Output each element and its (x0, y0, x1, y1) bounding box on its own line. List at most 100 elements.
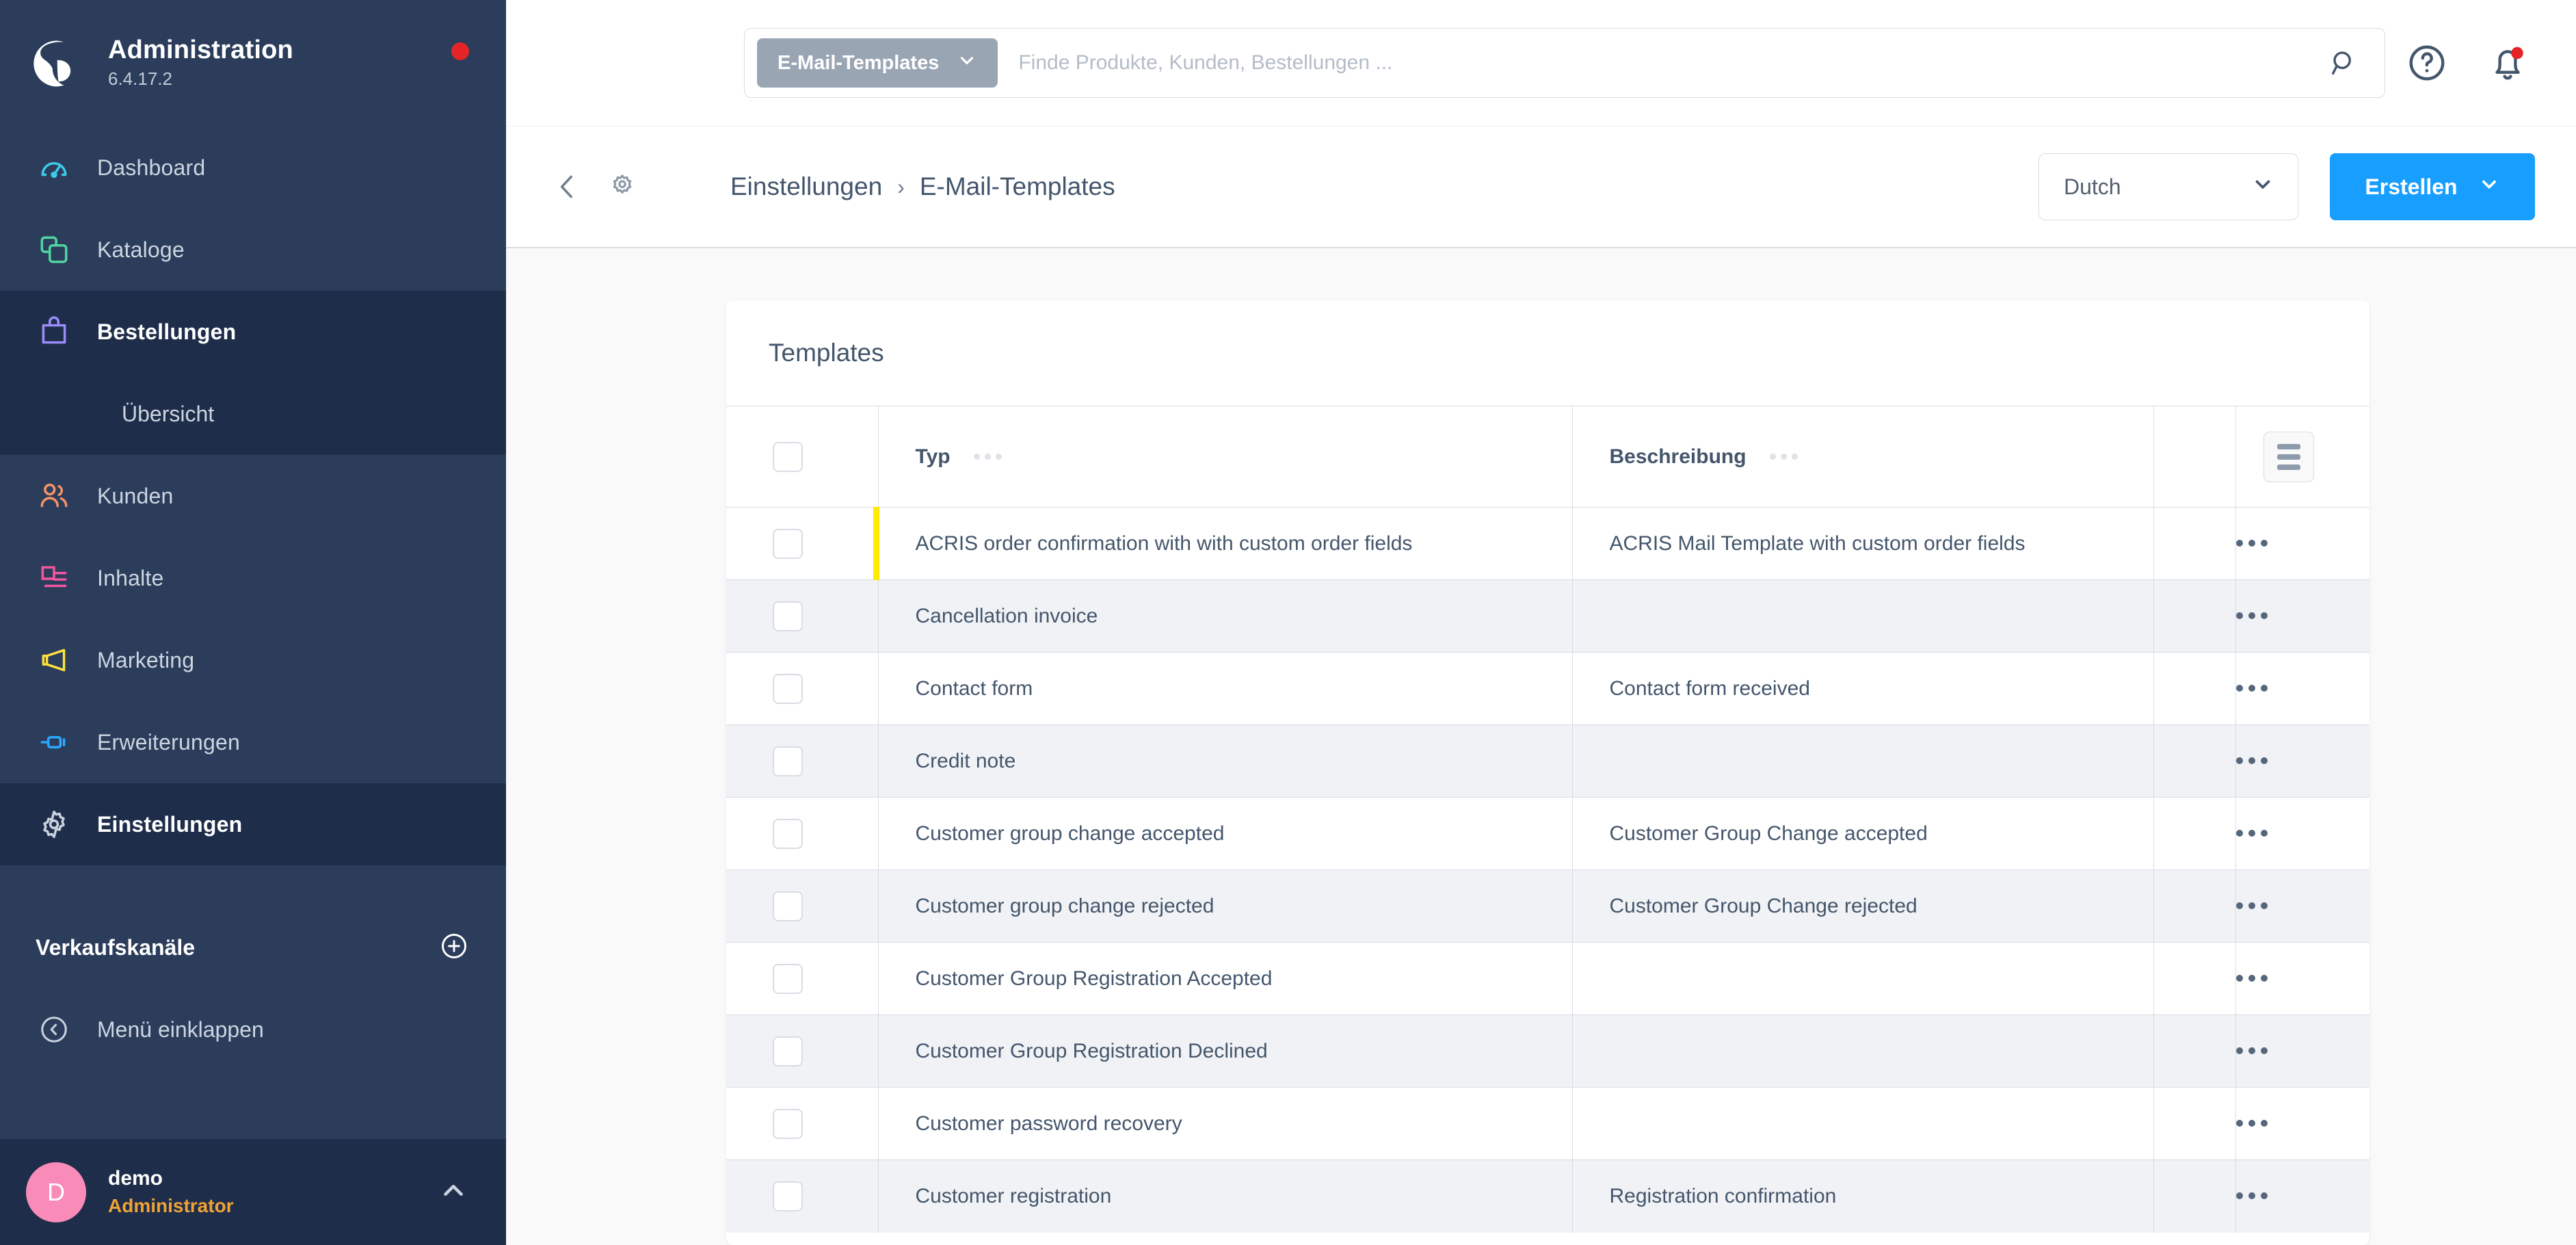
row-context-menu-icon[interactable] (2235, 1047, 2268, 1054)
row-context-menu-icon[interactable] (2235, 539, 2268, 547)
row-context-menu-icon[interactable] (2235, 684, 2268, 692)
users-icon (36, 477, 72, 514)
cell-actions (2235, 724, 2369, 798)
sales-channels-header: Verkaufskanäle (0, 906, 506, 988)
cell-beschreibung: Registration confirmation (1572, 1159, 2154, 1233)
collapse-menu-button[interactable]: Menü einklappen (0, 988, 506, 1071)
sidebar-item-label: Kunden (97, 483, 174, 508)
sales-channels-title: Verkaufskanäle (36, 934, 196, 960)
card-title: Templates (769, 339, 884, 367)
table-row[interactable]: Cancellation invoice (726, 579, 2369, 653)
row-context-menu-icon[interactable] (2235, 612, 2268, 619)
cell-beschreibung: ACRIS Mail Template with custom order fi… (1572, 507, 2154, 580)
breadcrumb-parent[interactable]: Einstellungen (730, 172, 882, 201)
create-button-label: Erstellen (2365, 174, 2458, 199)
cell-typ-text: Customer password recovery (915, 1112, 1182, 1135)
breadcrumb-separator: › (897, 174, 905, 199)
sidebar-item-bestellungen[interactable]: Bestellungen (0, 291, 506, 373)
cell-typ-text: Contact form (915, 677, 1033, 700)
sidebar-item-inhalte[interactable]: Inhalte (0, 537, 506, 619)
sidebar-item-label: Inhalte (97, 565, 164, 590)
table-row[interactable]: Customer group change accepted Customer G… (726, 797, 2369, 870)
cell-beschreibung (1572, 724, 2154, 798)
create-button[interactable]: Erstellen (2330, 153, 2535, 220)
sidebar-item-label: Erweiterungen (97, 729, 240, 755)
column-header-typ[interactable]: Typ (878, 406, 1573, 508)
cell-beschreibung-text: Registration confirmation (1609, 1184, 1837, 1207)
search-scope-dropdown[interactable]: E-Mail-Templates (757, 38, 998, 88)
search-icon[interactable] (2320, 39, 2368, 87)
row-context-menu-icon[interactable] (2235, 1119, 2268, 1127)
cell-typ-text: Customer group change accepted (915, 822, 1225, 845)
gear-icon (36, 806, 72, 843)
sidebar: Administration 6.4.17.2 Dashboard Katalo… (0, 0, 506, 1245)
language-select[interactable]: Dutch (2039, 153, 2298, 220)
row-select-cell (726, 724, 879, 798)
content-area: Templates Typ Beschreibung ACRIS order c… (506, 248, 2576, 1245)
sidebar-item-kunden[interactable]: Kunden (0, 455, 506, 537)
row-checkbox[interactable] (773, 1036, 803, 1066)
cell-typ: Customer Group Registration Accepted (878, 942, 1573, 1015)
sidebar-item-label: Marketing (97, 647, 195, 672)
chevron-up-icon[interactable] (438, 1175, 469, 1209)
table-row[interactable]: ACRIS order confirmation with with custo… (726, 507, 2369, 580)
chevron-left-icon[interactable] (548, 168, 587, 206)
sidebar-item-einstellungen[interactable]: Einstellungen (0, 783, 506, 865)
table-row[interactable]: Customer Group Registration Accepted (726, 942, 2369, 1015)
table-row[interactable]: Credit note (726, 724, 2369, 798)
table-row[interactable]: Contact form Contact form received (726, 652, 2369, 725)
search-scope-label: E-Mail-Templates (778, 51, 940, 74)
row-checkbox[interactable] (773, 746, 803, 776)
sidebar-item-kataloge[interactable]: Kataloge (0, 209, 506, 291)
row-checkbox[interactable] (773, 601, 803, 631)
cell-typ-text: ACRIS order confirmation with with custo… (915, 532, 1413, 555)
bell-icon[interactable] (2483, 38, 2532, 88)
cell-spacer (2153, 869, 2236, 943)
table-settings-button[interactable] (2263, 431, 2314, 482)
megaphone-icon (36, 642, 72, 679)
user-name: demo (108, 1167, 163, 1190)
catalog-icon (36, 231, 72, 268)
cell-typ-text: Cancellation invoice (915, 604, 1098, 627)
sidebar-item-marketing[interactable]: Marketing (0, 619, 506, 701)
column-header-beschreibung[interactable]: Beschreibung (1572, 406, 2154, 508)
user-role: Administrator (108, 1194, 234, 1216)
search-input[interactable] (998, 51, 2320, 75)
gear-icon[interactable] (603, 168, 641, 206)
row-checkbox[interactable] (773, 891, 803, 921)
row-checkbox[interactable] (773, 528, 803, 559)
chevron-left-circle-icon (36, 1011, 72, 1048)
table-row[interactable]: Customer group change rejected Customer G… (726, 869, 2369, 943)
row-context-menu-icon[interactable] (2235, 757, 2268, 764)
chevron-down-icon (2478, 173, 2500, 200)
row-context-menu-icon[interactable] (2235, 829, 2268, 837)
cell-beschreibung: Customer Group Change accepted (1572, 797, 2154, 870)
sidebar-item-label: Einstellungen (97, 811, 243, 837)
select-all-checkbox[interactable] (773, 441, 803, 472)
row-context-menu-icon[interactable] (2235, 1192, 2268, 1199)
sidebar-item-erweiterungen[interactable]: Erweiterungen (0, 701, 506, 783)
global-search-bar: E-Mail-Templates (506, 0, 2576, 127)
row-checkbox[interactable] (773, 818, 803, 849)
question-circle-icon[interactable] (2402, 38, 2452, 88)
column-menu-icon[interactable] (973, 454, 1002, 460)
cell-actions (2235, 1014, 2369, 1088)
sidebar-item-dashboard[interactable]: Dashboard (0, 127, 506, 209)
row-context-menu-icon[interactable] (2235, 902, 2268, 909)
row-checkbox[interactable] (773, 963, 803, 994)
table-row[interactable]: Customer Group Registration Declined (726, 1014, 2369, 1088)
row-context-menu-icon[interactable] (2235, 974, 2268, 982)
add-sales-channel-button[interactable] (439, 931, 469, 965)
sidebar-subitem-uebersicht[interactable]: Übersicht (0, 373, 506, 455)
row-checkbox[interactable] (773, 673, 803, 704)
templates-table: Typ Beschreibung ACRIS order confirmatio… (726, 406, 2369, 1233)
app-version: 6.4.17.2 (108, 68, 172, 90)
user-menu[interactable]: D demo Administrator (0, 1139, 506, 1245)
row-checkbox[interactable] (773, 1181, 803, 1211)
column-menu-icon[interactable] (1769, 454, 1798, 460)
column-header-settings (2235, 406, 2369, 508)
table-row[interactable]: Customer registration Registration confir… (726, 1159, 2369, 1233)
row-checkbox[interactable] (773, 1108, 803, 1139)
table-row[interactable]: Customer password recovery (726, 1087, 2369, 1160)
brand-header[interactable]: Administration 6.4.17.2 (0, 0, 506, 127)
